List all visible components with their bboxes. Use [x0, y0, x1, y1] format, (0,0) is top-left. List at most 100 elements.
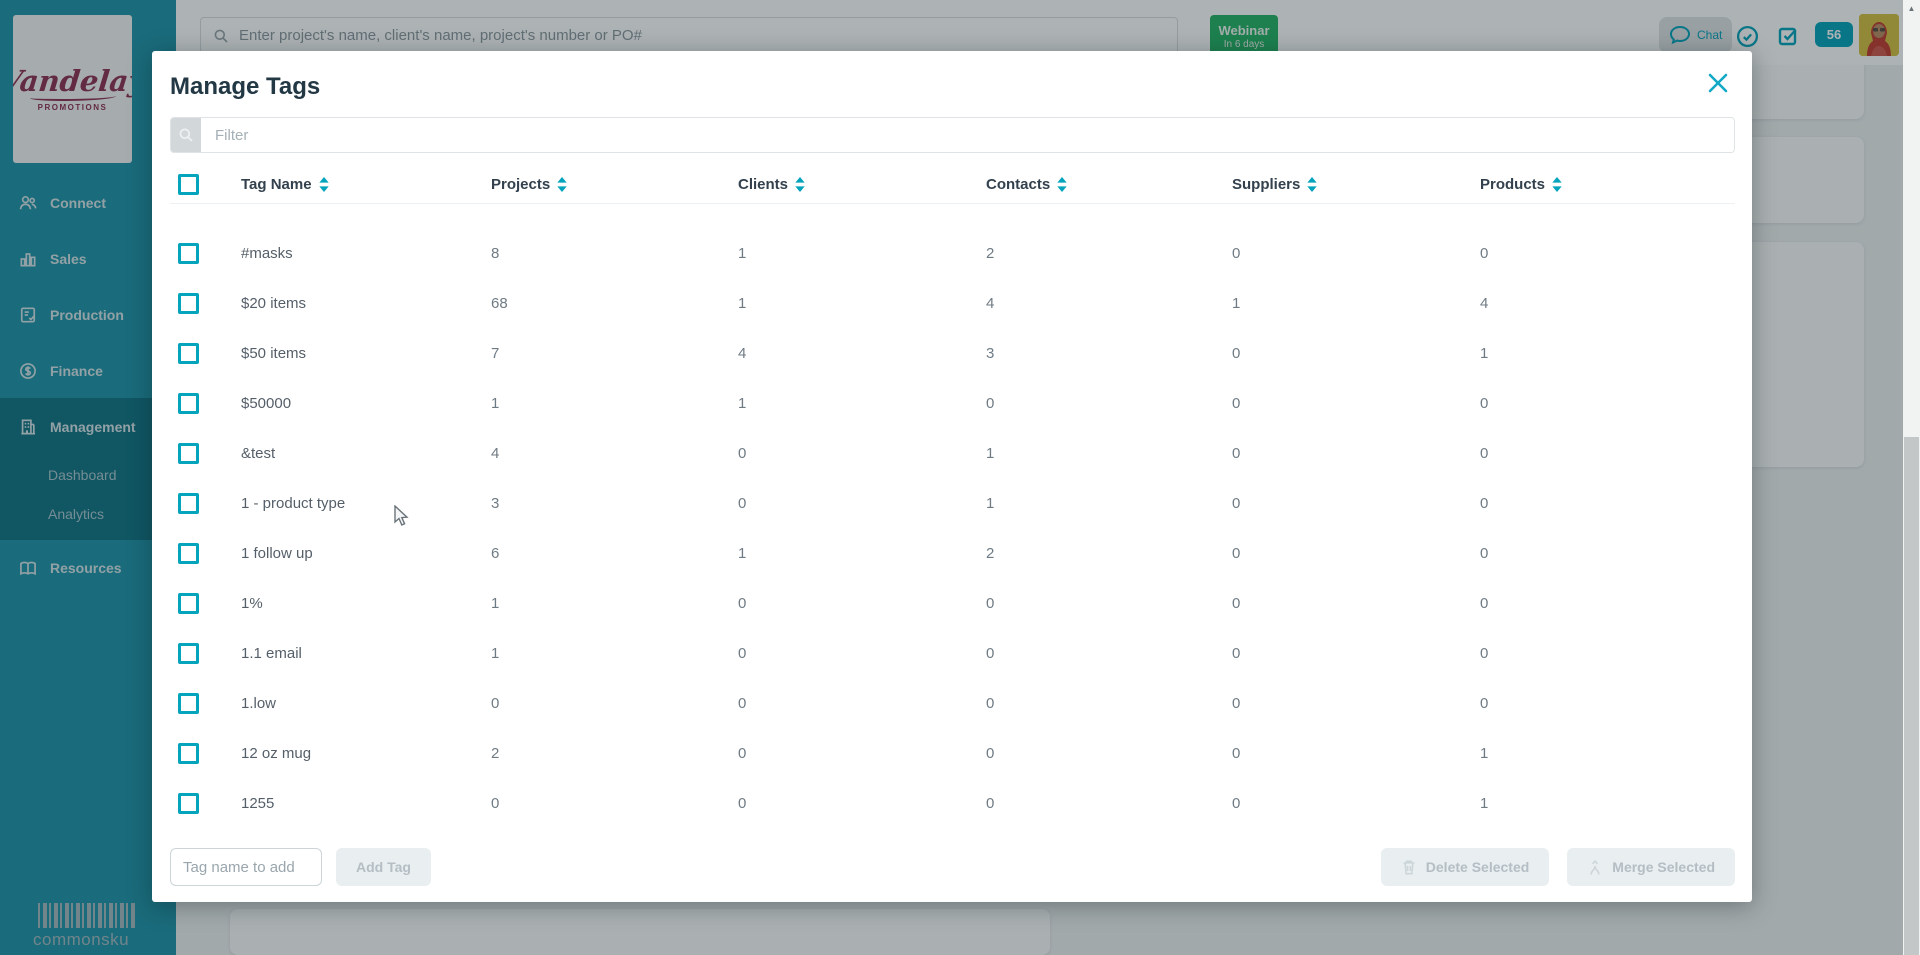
projects-cell: 0	[491, 694, 500, 712]
merge-icon	[1590, 859, 1600, 875]
sort-icon	[1552, 177, 1562, 192]
products-cell: 1	[1480, 794, 1489, 812]
modal-title: Manage Tags	[170, 73, 321, 100]
add-tag-input[interactable]	[170, 848, 322, 886]
merge-selected-button[interactable]: Merge Selected	[1567, 848, 1735, 886]
tag-row: 1% 1 0 0 0 0	[170, 578, 1735, 628]
projects-cell: 0	[491, 794, 500, 812]
column-header[interactable]: Products	[1480, 176, 1735, 193]
tag-name-cell: $50000	[241, 394, 292, 412]
clients-cell: 1	[738, 394, 747, 412]
clients-cell: 0	[738, 794, 747, 812]
row-checkbox[interactable]	[178, 742, 199, 764]
tag-row: 1.1 email 1 0 0 0 0	[170, 628, 1735, 678]
tag-row: 12 oz mug 2 0 0 0 1	[170, 728, 1735, 778]
tag-row: 1 follow up 6 1 2 0 0	[170, 528, 1735, 578]
suppliers-cell: 0	[1232, 744, 1241, 762]
column-label: Projects	[491, 176, 551, 193]
projects-cell: 6	[491, 544, 500, 562]
tag-row: #masks 8 1 2 0 0	[170, 228, 1735, 278]
suppliers-cell: 0	[1232, 494, 1241, 512]
table-header: Tag Name Projects Clients Contacts Suppl…	[170, 166, 1735, 204]
select-all-checkbox[interactable]	[178, 174, 199, 195]
contacts-cell: 0	[986, 644, 995, 662]
contacts-cell: 3	[986, 344, 995, 362]
tag-name-cell: #masks	[241, 244, 293, 262]
column-header[interactable]: Contacts	[986, 176, 1232, 193]
mouse-cursor	[394, 505, 409, 526]
row-checkbox[interactable]	[178, 692, 199, 714]
filter-search-icon	[171, 118, 201, 152]
clients-cell: 0	[738, 744, 747, 762]
contacts-cell: 1	[986, 494, 995, 512]
tag-name-cell: &test	[241, 444, 276, 462]
contacts-cell: 1	[986, 444, 995, 462]
page-scrollbar: ▲	[1903, 0, 1920, 955]
clients-cell: 0	[738, 444, 747, 462]
clients-cell: 0	[738, 644, 747, 662]
row-checkbox[interactable]	[178, 392, 199, 414]
trash-icon	[1403, 860, 1415, 874]
tag-row: $50 items 7 4 3 0 1	[170, 328, 1735, 378]
add-tag-label: Add Tag	[356, 859, 411, 875]
tag-row: 1255 0 0 0 0 1	[170, 778, 1735, 828]
tag-name-cell: $20 items	[241, 294, 307, 312]
sort-icon	[1057, 177, 1067, 192]
tag-name-cell: 12 oz mug	[241, 744, 312, 762]
projects-cell: 1	[491, 594, 500, 612]
close-icon[interactable]	[1706, 71, 1730, 95]
contacts-cell: 0	[986, 594, 995, 612]
filter-input[interactable]	[201, 118, 1734, 152]
suppliers-cell: 0	[1232, 644, 1241, 662]
tag-name-cell: 1 follow up	[241, 544, 313, 562]
projects-cell: 2	[491, 744, 500, 762]
suppliers-cell: 0	[1232, 544, 1241, 562]
products-cell: 4	[1480, 294, 1489, 312]
contacts-cell: 0	[986, 694, 995, 712]
column-header[interactable]: Tag Name	[241, 176, 491, 193]
tag-name-cell: 1.low	[241, 694, 277, 712]
contacts-cell: 2	[986, 244, 995, 262]
projects-cell: 7	[491, 344, 500, 362]
projects-cell: 68	[491, 294, 508, 312]
column-header[interactable]: Clients	[738, 176, 986, 193]
row-checkbox[interactable]	[178, 642, 199, 664]
row-checkbox[interactable]	[178, 292, 199, 314]
projects-cell: 1	[491, 644, 500, 662]
contacts-cell: 0	[986, 794, 995, 812]
row-checkbox[interactable]	[178, 492, 199, 514]
tag-table-body: #masks 8 1 2 0 0 $20 items 68 1 4 1 4 $5…	[170, 228, 1735, 828]
screen: Webinar In 6 days Chat 56 Vandelay PROMO…	[0, 0, 1920, 955]
products-cell: 0	[1480, 544, 1489, 562]
row-checkbox[interactable]	[178, 592, 199, 614]
suppliers-cell: 0	[1232, 444, 1241, 462]
add-tag-button[interactable]: Add Tag	[336, 848, 431, 886]
row-checkbox[interactable]	[178, 342, 199, 364]
scrollbar-up-arrow[interactable]: ▲	[1903, 4, 1920, 13]
products-cell: 0	[1480, 444, 1489, 462]
modal-footer: Add Tag Delete Selected Merge Selected	[170, 848, 1735, 886]
manage-tags-modal: Manage Tags Tag Name Projects Clients Co…	[152, 51, 1752, 902]
products-cell: 0	[1480, 244, 1489, 262]
sort-icon	[795, 177, 805, 192]
merge-selected-label: Merge Selected	[1612, 859, 1715, 875]
column-header[interactable]: Projects	[491, 176, 738, 193]
column-header[interactable]: Suppliers	[1232, 176, 1480, 193]
scrollbar-thumb[interactable]	[1904, 437, 1919, 955]
row-checkbox[interactable]	[178, 792, 199, 814]
suppliers-cell: 1	[1232, 294, 1241, 312]
contacts-cell: 0	[986, 394, 995, 412]
row-checkbox[interactable]	[178, 542, 199, 564]
column-label: Contacts	[986, 176, 1051, 193]
projects-cell: 8	[491, 244, 500, 262]
clients-cell: 0	[738, 594, 747, 612]
filter-field	[170, 117, 1735, 153]
row-checkbox[interactable]	[178, 242, 199, 264]
tag-name-cell: 1%	[241, 594, 263, 612]
products-cell: 0	[1480, 594, 1489, 612]
clients-cell: 0	[738, 494, 747, 512]
row-checkbox[interactable]	[178, 442, 199, 464]
tag-row: 1.low 0 0 0 0 0	[170, 678, 1735, 728]
delete-selected-button[interactable]: Delete Selected	[1380, 848, 1550, 886]
tag-name-cell: 1.1 email	[241, 644, 302, 662]
